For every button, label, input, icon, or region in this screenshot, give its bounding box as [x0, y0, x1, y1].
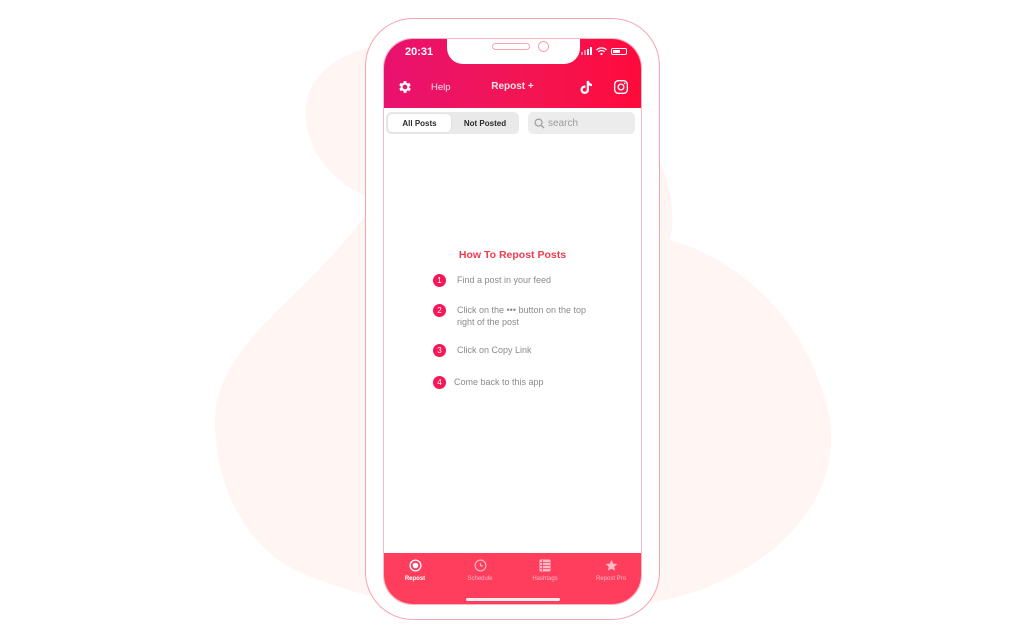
segment-not-posted[interactable]: Not Posted — [453, 114, 517, 132]
search-input[interactable] — [548, 117, 628, 129]
nav-row: Help Repost + — [384, 77, 641, 99]
camera — [538, 41, 549, 52]
app-title-text: Repost + — [491, 81, 534, 92]
segmented-control: All Posts Not Posted — [386, 112, 519, 134]
home-indicator[interactable] — [466, 598, 560, 601]
instruction-step: 1 Find a post in your feed — [433, 274, 597, 287]
instruction-step: 3 Click on Copy Link — [433, 344, 597, 357]
instruction-step: 4 Come back to this app — [433, 376, 594, 389]
battery-icon — [611, 47, 627, 55]
step-number-badge: 2 — [433, 304, 446, 317]
list-grid-icon — [539, 559, 551, 572]
tab-repost-pro[interactable]: Repost Pro — [581, 559, 641, 582]
filter-toolbar: All Posts Not Posted — [384, 108, 641, 138]
clock-icon — [474, 559, 486, 572]
status-time: 20:31 — [405, 46, 434, 58]
step-number-badge: 4 — [433, 376, 446, 389]
segment-all-posts[interactable]: All Posts — [388, 114, 451, 132]
tab-label: Repost Pro — [595, 576, 626, 582]
step-text: Click on the ••• button on the top right… — [457, 305, 587, 327]
step-text: Click on Copy Link — [457, 345, 532, 355]
app-title: Repost + — [384, 81, 641, 92]
wifi-icon — [596, 47, 607, 55]
tab-label: Schedule — [467, 576, 493, 582]
speaker — [492, 43, 530, 50]
tab-repost[interactable]: Repost — [385, 559, 445, 582]
tiktok-icon[interactable] — [578, 79, 594, 96]
tab-schedule[interactable]: Schedule — [450, 559, 510, 582]
notch — [447, 39, 580, 64]
search-icon — [534, 118, 545, 129]
app-header: 20:31 Help Repost + — [384, 39, 641, 108]
signal-icon — [581, 47, 592, 55]
status-icons — [581, 47, 627, 55]
star-icon — [605, 559, 617, 571]
tab-label: Repost — [404, 576, 426, 582]
tab-label: Hashtags — [532, 576, 558, 582]
radio-target-icon — [408, 559, 422, 572]
instructions-title: How To Repost Posts — [458, 249, 567, 261]
instruction-step: 2 Click on the ••• button on the top rig… — [433, 304, 602, 328]
step-text: Come back to this app — [454, 377, 544, 387]
step-number-badge: 1 — [433, 274, 446, 287]
instagram-icon[interactable] — [613, 79, 629, 95]
step-number-badge: 3 — [433, 344, 446, 357]
search-box[interactable] — [528, 112, 635, 134]
step-text: Find a post in your feed — [457, 275, 552, 285]
tab-hashtags[interactable]: Hashtags — [515, 559, 575, 582]
phone-screen: 20:31 Help Repost + All Posts Not Posted… — [383, 38, 642, 605]
